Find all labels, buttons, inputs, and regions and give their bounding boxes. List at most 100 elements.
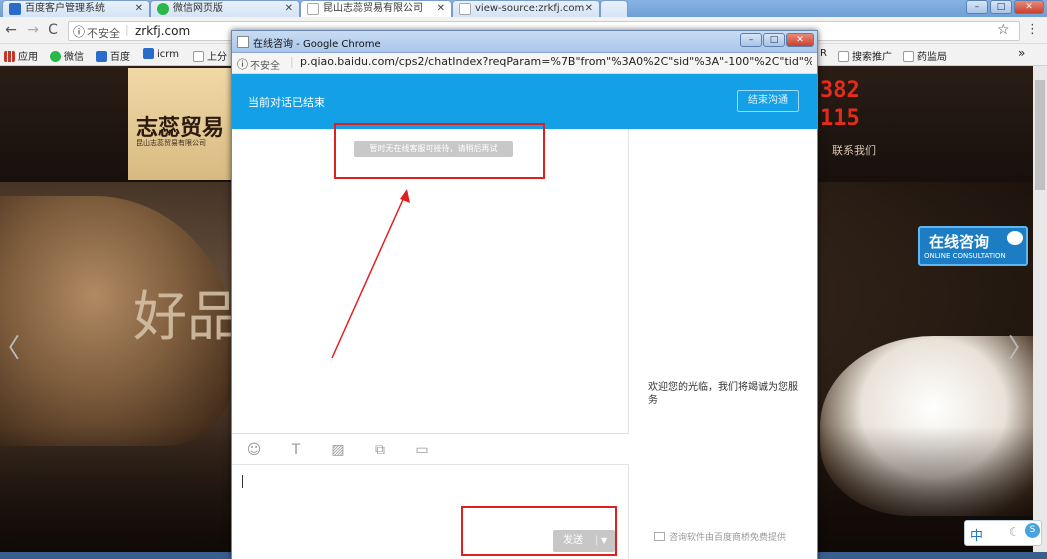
tab-label: 百度客户管理系统	[25, 3, 105, 14]
info-side-panel: 欢迎您的光临，我们将竭诚为您服务 咨询软件由百度商桥免费提供	[629, 129, 817, 559]
bookmark-baidu[interactable]: 百度	[96, 48, 130, 63]
consult-title: 在线咨询	[929, 233, 990, 251]
bookmark-label: icrm	[157, 49, 179, 60]
chat-status: 当前对话已结束	[248, 96, 325, 109]
online-consult-button[interactable]: 在线咨询 ONLINE CONSULTATION	[918, 226, 1028, 266]
divider: |	[290, 55, 294, 68]
baidu-icon	[96, 51, 107, 62]
page-icon	[193, 51, 204, 62]
bookmark-label: 上分	[207, 52, 227, 63]
new-tab-button[interactable]	[600, 0, 628, 17]
site-logo[interactable]: 志蕊贸易 昆山志蕊贸易有限公司	[128, 68, 238, 180]
phone-number: 382	[820, 78, 860, 103]
tab-label: 微信网页版	[173, 3, 223, 14]
security-label: 不安全	[250, 61, 280, 72]
bookmark-fda[interactable]: 药监局	[903, 48, 947, 63]
popup-titlebar: 在线咨询 - Google Chrome – □ ✕	[232, 31, 817, 53]
chat-status-bar: 当前对话已结束 结束沟通	[232, 74, 817, 129]
bookmark-search-promo[interactable]: 搜索推广	[838, 48, 892, 63]
powered-by-text: 咨询软件由百度商桥免费提供	[669, 533, 787, 543]
popup-minimize-button[interactable]: –	[740, 33, 762, 47]
popup-title: 在线咨询 - Google Chrome	[253, 39, 381, 50]
text-cursor	[242, 475, 243, 488]
bookmark-apps[interactable]: 应用	[4, 48, 38, 63]
page-icon	[307, 3, 319, 15]
popup-url[interactable]: p.qiao.baidu.com/cps2/chatIndex?reqParam…	[300, 55, 812, 68]
consult-subtitle: ONLINE CONSULTATION	[924, 252, 1006, 260]
tab-wechat[interactable]: 微信网页版 ✕	[150, 0, 300, 17]
close-icon[interactable]: ✕	[437, 1, 445, 16]
welcome-text: 欢迎您的光临，我们将竭诚为您服务	[648, 382, 798, 406]
minimize-button[interactable]: –	[966, 0, 988, 14]
bookmark-label: R	[820, 48, 827, 59]
chat-popup-window: 在线咨询 - Google Chrome – □ ✕ ⓘ 不安全 | p.qia…	[231, 30, 818, 559]
back-icon[interactable]: ←	[3, 22, 19, 38]
font-icon[interactable]: T	[287, 442, 305, 458]
popup-address-bar[interactable]: ⓘ 不安全 | p.qiao.baidu.com/cps2/chatIndex?…	[232, 53, 817, 74]
close-icon[interactable]: ✕	[285, 1, 293, 16]
bookmark-r[interactable]: R	[820, 48, 827, 59]
page-icon	[903, 51, 914, 62]
menu-icon[interactable]: ⋮	[1026, 22, 1039, 37]
ime-label: 中	[970, 529, 984, 544]
page-icon	[459, 3, 471, 15]
divider: |	[125, 23, 129, 36]
popup-close-button[interactable]: ✕	[786, 33, 814, 47]
next-slide-arrow[interactable]: 〉	[1008, 328, 1034, 365]
end-chat-button[interactable]: 结束沟通	[737, 90, 799, 112]
wechat-icon	[157, 3, 169, 15]
chat-bubble-icon	[1004, 228, 1026, 248]
bookmark-label: 微信	[64, 52, 84, 63]
ime-toolbar[interactable]: 中 ☾ S	[964, 520, 1042, 546]
image-icon[interactable]: ▨	[329, 442, 347, 458]
emoji-icon[interactable]: ☺	[245, 442, 263, 458]
popup-maximize-button[interactable]: □	[763, 33, 785, 47]
nav-contact[interactable]: 联系我们	[832, 142, 876, 158]
scrollbar[interactable]	[1033, 66, 1047, 559]
tab-strip: 百度客户管理系统 ✕ 微信网页版 ✕ 昆山志蕊贸易有限公司 ✕ view-sou…	[0, 0, 1047, 17]
tab-label: 昆山志蕊贸易有限公司	[323, 3, 423, 14]
bookmark-shangfen[interactable]: 上分	[193, 48, 227, 63]
scrollbar-thumb[interactable]	[1035, 80, 1045, 190]
chat-toolbar: ☺ T ▨ ⧉ ▭	[232, 433, 629, 465]
bookmark-wechat[interactable]: 微信	[50, 48, 84, 63]
annotation-arrow	[331, 189, 410, 359]
close-icon[interactable]: ✕	[135, 1, 143, 16]
bookmark-label: 药监局	[917, 52, 947, 63]
sogou-icon: S	[1025, 523, 1040, 538]
logo-subtitle: 昆山志蕊贸易有限公司	[136, 139, 206, 147]
phone-number: 115	[820, 106, 860, 131]
tab-view-source[interactable]: view-source:zrkfj.com ✕	[452, 0, 600, 17]
folder-icon[interactable]: ▭	[413, 442, 431, 458]
prev-slide-arrow[interactable]: 〈	[0, 328, 20, 365]
tab-crm[interactable]: 百度客户管理系统 ✕	[2, 0, 150, 17]
moon-icon: ☾	[1009, 525, 1020, 539]
bookmark-label: 搜索推广	[852, 52, 892, 63]
screenshot-icon[interactable]: ⧉	[371, 442, 389, 458]
maximize-button[interactable]: □	[990, 0, 1012, 14]
bookmark-icrm[interactable]: icrm	[143, 48, 179, 60]
bookmarks-more[interactable]: »	[1018, 46, 1025, 60]
reload-icon[interactable]: C	[45, 22, 61, 38]
highlight-box	[461, 506, 617, 556]
forward-icon[interactable]: →	[25, 22, 41, 38]
bookmark-label: 百度	[110, 52, 130, 63]
info-icon[interactable]: ⓘ	[73, 23, 85, 40]
tab-company[interactable]: 昆山志蕊贸易有限公司 ✕	[300, 0, 452, 17]
baidu-bridge-icon	[654, 532, 665, 541]
banner-text: 好品	[133, 285, 241, 348]
bookmark-label: 应用	[18, 52, 38, 63]
tab-label: view-source:zrkfj.com	[475, 3, 585, 14]
url-text[interactable]: zrkfj.com	[135, 24, 190, 38]
chrome-page-icon	[237, 36, 249, 48]
baidu-icon	[9, 3, 21, 15]
page-icon	[838, 51, 849, 62]
highlight-box	[334, 123, 545, 179]
close-window-button[interactable]: ✕	[1014, 0, 1044, 14]
wechat-icon	[50, 51, 61, 62]
star-icon[interactable]: ☆	[997, 22, 1010, 38]
security-label: 不安全	[87, 27, 120, 40]
apps-icon	[4, 51, 15, 62]
info-icon[interactable]: ⓘ	[237, 56, 248, 72]
close-icon[interactable]: ✕	[585, 1, 593, 16]
